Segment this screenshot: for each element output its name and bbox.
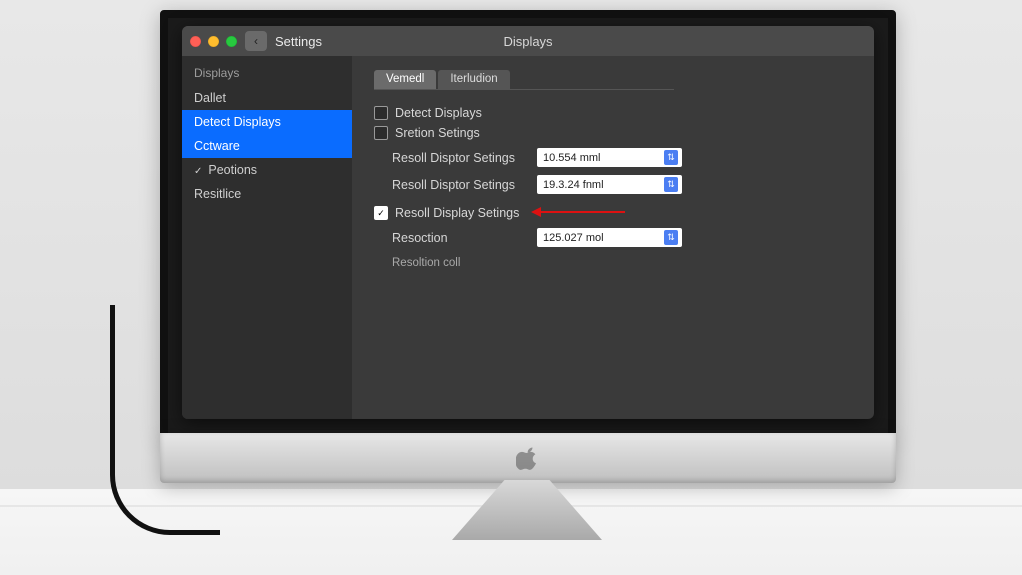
form-label: Resoll Disptor Setings: [392, 178, 527, 192]
form-label: Resoll Disptor Setings: [392, 151, 527, 165]
sidebar-heading: Displays: [182, 62, 352, 86]
back-button[interactable]: ‹: [245, 31, 267, 51]
tab-label: Iterludion: [450, 73, 497, 85]
tab-label: Vemedl: [386, 73, 424, 85]
titlebar: ‹ Settings Displays: [182, 26, 874, 56]
traffic-lights: [190, 36, 237, 47]
options-section: Detect Displays Sretion Setings Resoll D…: [374, 106, 852, 269]
chevron-updown-icon: ⇅: [664, 230, 678, 245]
resolution-select-1[interactable]: 10.554 mml ⇅: [537, 148, 682, 167]
select-value: 19.3.24 fnml: [543, 179, 604, 191]
chevron-updown-icon: ⇅: [664, 177, 678, 192]
tab-iterludion[interactable]: Iterludion: [438, 70, 509, 89]
checkbox-icon[interactable]: ✓: [374, 206, 388, 220]
scene: ‹ Settings Displays Displays Dallet Dete…: [0, 0, 1022, 575]
check-icon: [194, 163, 202, 177]
sidebar-item-detect-displays[interactable]: Detect Displays: [182, 110, 352, 134]
resolution-row-3: Resoction 125.027 mol ⇅: [392, 228, 852, 247]
sidebar-item-resitlice[interactable]: Resitlice: [182, 182, 352, 206]
sidebar-item-dallet[interactable]: Dallet: [182, 86, 352, 110]
chevron-updown-icon: ⇅: [664, 150, 678, 165]
resolution-select-2[interactable]: 19.3.24 fnml ⇅: [537, 175, 682, 194]
close-button[interactable]: [190, 36, 201, 47]
check-label: Detect Displays: [395, 106, 482, 120]
sidebar-item-label: Resitlice: [194, 187, 241, 201]
apple-logo-icon: [516, 446, 540, 470]
minimize-button[interactable]: [208, 36, 219, 47]
check-label: Sretion Setings: [395, 126, 480, 140]
select-value: 125.027 mol: [543, 232, 604, 244]
sidebar-item-cctware[interactable]: Cctware: [182, 134, 352, 158]
station-settings-row[interactable]: Sretion Setings: [374, 126, 852, 140]
resolution-row-2: Resoll Disptor Setings 19.3.24 fnml ⇅: [392, 175, 852, 194]
resolution-select-3[interactable]: 125.027 mol ⇅: [537, 228, 682, 247]
detect-displays-row[interactable]: Detect Displays: [374, 106, 852, 120]
settings-window: ‹ Settings Displays Displays Dallet Dete…: [182, 26, 874, 419]
maximize-button[interactable]: [226, 36, 237, 47]
sidebar-item-label: Dallet: [194, 91, 226, 105]
reset-display-settings-row[interactable]: ✓ Resoll Display Setings: [374, 206, 852, 220]
form-label: Resoction: [392, 231, 527, 245]
sidebar-item-peotions[interactable]: Peotions: [182, 158, 352, 182]
checkbox-icon[interactable]: [374, 126, 388, 140]
window-body: Displays Dallet Detect Displays Cctware …: [182, 56, 874, 419]
chevron-left-icon: ‹: [254, 34, 258, 48]
resolution-row-1: Resoll Disptor Setings 10.554 mml ⇅: [392, 148, 852, 167]
annotation-arrow-icon: [535, 211, 625, 213]
sidebar-item-label: Peotions: [208, 163, 257, 177]
sidebar-item-label: Cctware: [194, 139, 240, 153]
check-label: Resoll Display Setings: [395, 206, 519, 220]
content-pane: Vemedl Iterludion Detect Displays: [352, 56, 874, 419]
imac-stand: [452, 480, 602, 540]
select-value: 10.554 mml: [543, 152, 600, 164]
imac-chin: [160, 433, 896, 483]
tab-vemedl[interactable]: Vemedl: [374, 70, 436, 89]
checkbox-icon[interactable]: [374, 106, 388, 120]
sidebar: Displays Dallet Detect Displays Cctware …: [182, 56, 352, 419]
imac-screen: ‹ Settings Displays Displays Dallet Dete…: [160, 10, 896, 437]
sidebar-item-label: Detect Displays: [194, 115, 281, 129]
resolution-hint: Resoltion coll: [392, 257, 852, 269]
tab-bar: Vemedl Iterludion: [374, 70, 674, 90]
app-title: Settings: [275, 34, 322, 49]
